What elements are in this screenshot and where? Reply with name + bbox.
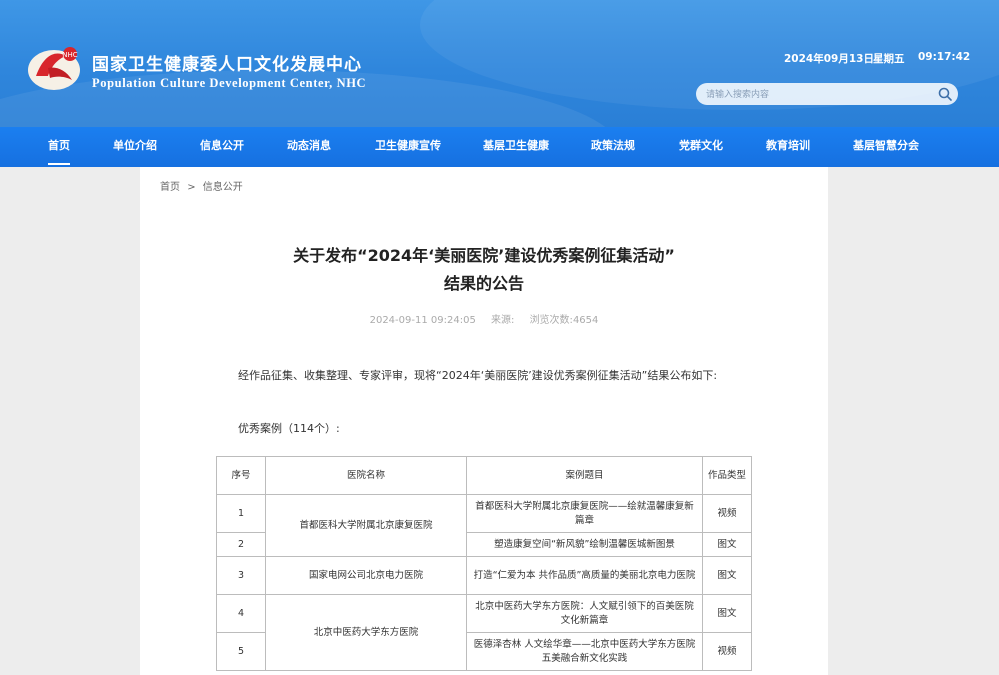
header-date: 2024年09月13日 <box>784 53 874 65</box>
col-header-case: 案例题目 <box>466 456 703 495</box>
breadcrumb-current[interactable]: 信息公开 <box>203 182 243 193</box>
row-hospital: 北京中医药大学东方医院 <box>265 594 467 671</box>
main-nav: 首页 单位介绍 信息公开 动态消息 卫生健康宣传 基层卫生健康 政策法规 党群文… <box>0 127 999 167</box>
table-row: 3 国家电网公司北京电力医院 打造“仁爱为本 共作品质”高质量的美丽北京电力医院… <box>216 556 752 595</box>
row-hospital: 首都医科大学附属北京康复医院 <box>265 494 467 557</box>
table-header-row: 序号 医院名称 案例题目 作品类型 <box>216 456 752 495</box>
article-meta: 2024-09-11 09:24:05 来源: 浏览次数:4654 <box>140 311 828 326</box>
cases-table: 序号 医院名称 案例题目 作品类型 1 首都医科大学附属北京康复医院 首都医科大… <box>216 456 752 671</box>
row-type: 图文 <box>702 594 752 633</box>
col-header-no: 序号 <box>216 456 266 495</box>
breadcrumb-home[interactable]: 首页 <box>160 182 180 193</box>
search-input[interactable] <box>696 83 958 105</box>
col-header-hospital: 医院名称 <box>265 456 467 495</box>
header-time: 09:17:42 <box>918 51 971 63</box>
nav-item-party-culture[interactable]: 党群文化 <box>679 127 723 167</box>
nav-item-news[interactable]: 动态消息 <box>287 127 331 167</box>
breadcrumb-separator: > <box>187 182 196 193</box>
svg-text:NHC: NHC <box>62 51 78 59</box>
nav-item-smart-branch[interactable]: 基层智慧分会 <box>853 127 919 167</box>
search-icon[interactable] <box>938 87 952 101</box>
row-no: 5 <box>216 632 266 671</box>
site-title-cn: 国家卫生健康委人口文化发展中心 <box>92 55 362 75</box>
nav-item-policy[interactable]: 政策法规 <box>591 127 635 167</box>
header-weekday: 星期五 <box>873 53 905 65</box>
article-intro: 经作品征集、收集整理、专家评审，现将“2024年‘美丽医院’建设优秀案例征集活动… <box>238 369 718 382</box>
row-hospital: 国家电网公司北京电力医院 <box>265 556 467 595</box>
nav-item-about[interactable]: 单位介绍 <box>113 127 157 167</box>
article-title-line1: 关于发布“2024年‘美丽医院’建设优秀案例征集活动” <box>293 246 675 265</box>
views-label-text: 浏览次数: <box>529 315 573 326</box>
row-case: 打造“仁爱为本 共作品质”高质量的美丽北京电力医院 <box>466 556 703 595</box>
article-title-line2: 结果的公告 <box>443 274 524 293</box>
section-label: 优秀案例（114个）: <box>238 422 340 435</box>
row-case: 北京中医药大学东方医院：人文赋引领下的百美医院文化新篇章 <box>466 594 703 633</box>
site-header: NHC 国家卫生健康委人口文化发展中心 Population Culture D… <box>0 0 999 127</box>
article-panel: 首页 > 信息公开 关于发布“2024年‘美丽医院’建设优秀案例征集活动” 结果… <box>140 167 828 675</box>
row-type: 图文 <box>702 532 752 557</box>
nav-item-health-promo[interactable]: 卫生健康宣传 <box>375 127 441 167</box>
row-case: 医德泽杏林 人文绘华章——北京中医药大学东方医院五美融合新文化实践 <box>466 632 703 671</box>
source-label: 来源: <box>491 315 515 326</box>
row-no: 3 <box>216 556 266 595</box>
site-title-en: Population Culture Development Center, N… <box>92 76 367 90</box>
row-type: 视频 <box>702 632 752 671</box>
nav-item-home[interactable]: 首页 <box>48 127 70 167</box>
table-row: 4 北京中医药大学东方医院 北京中医药大学东方医院：人文赋引领下的百美医院文化新… <box>216 594 752 671</box>
row-no: 2 <box>216 532 266 557</box>
col-header-type: 作品类型 <box>702 456 752 495</box>
row-case: 首都医科大学附属北京康复医院——绘就温馨康复新篇章 <box>466 494 703 533</box>
nav-item-info[interactable]: 信息公开 <box>200 127 244 167</box>
row-no: 1 <box>216 494 266 533</box>
nav-item-training[interactable]: 教育培训 <box>766 127 810 167</box>
row-case: 塑造康复空间“新风貌”绘制温馨医城新图景 <box>466 532 703 557</box>
publish-time: 2024-09-11 09:24:05 <box>369 315 476 326</box>
views-count: 4654 <box>572 315 599 326</box>
nav-item-grassroots-health[interactable]: 基层卫生健康 <box>483 127 549 167</box>
col-header-type-text: 作品类型 <box>707 469 746 481</box>
row-no: 4 <box>216 594 266 633</box>
row-type: 图文 <box>702 556 752 595</box>
row-type: 视频 <box>702 494 752 533</box>
views-label: 浏览次数:4654 <box>530 315 599 326</box>
table-row: 1 首都医科大学附属北京康复医院 首都医科大学附属北京康复医院——绘就温馨康复新… <box>216 494 752 557</box>
site-logo-icon[interactable]: NHC <box>26 42 82 92</box>
article-title: 关于发布“2024年‘美丽医院’建设优秀案例征集活动” 结果的公告 <box>140 242 828 298</box>
breadcrumb: 首页 > 信息公开 <box>160 178 247 193</box>
